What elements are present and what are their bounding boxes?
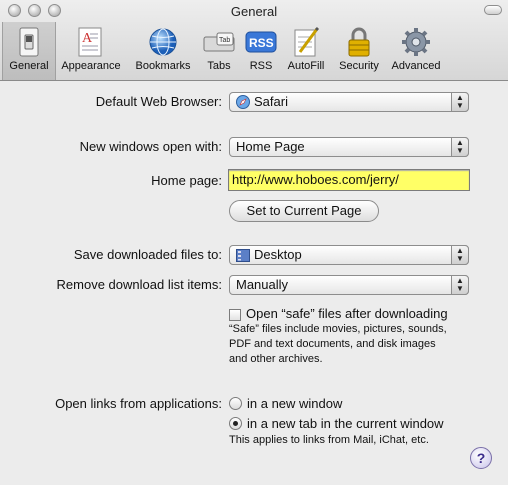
save-downloads-popup[interactable]: Desktop ▲ ▼: [229, 245, 469, 265]
tab-general-label: General: [9, 60, 49, 72]
tab-appearance[interactable]: A Appearance: [56, 26, 126, 78]
tab-advanced-label: Advanced: [391, 60, 441, 72]
new-windows-label: New windows open with:: [79, 139, 222, 154]
safe-note-line: and other archives.: [229, 353, 323, 365]
open-safe-label: Open “safe” files after downloading: [246, 306, 448, 321]
popup-arrows-icon: ▲ ▼: [451, 275, 469, 295]
tab-autofill-label: AutoFill: [287, 60, 325, 72]
radio-new-window[interactable]: [229, 397, 242, 410]
tab-rss-label: RSS: [249, 60, 273, 72]
tabs-icon-text: Tab: [219, 37, 230, 44]
remove-downloads-label: Remove download list items:: [56, 277, 222, 292]
switch-icon: [13, 26, 45, 58]
home-page-field[interactable]: http://www.hoboes.com/jerry/: [228, 169, 470, 191]
title-toolbar: General General A Appearance Bookmarks T…: [0, 0, 508, 81]
toolbar-toggle-button[interactable]: [484, 5, 502, 15]
default-browser-label: Default Web Browser:: [95, 94, 222, 109]
home-page-label: Home page:: [151, 173, 222, 188]
tab-bookmarks[interactable]: Bookmarks: [128, 26, 198, 78]
tab-general[interactable]: General: [2, 22, 56, 80]
popup-arrows-icon: ▲ ▼: [451, 92, 469, 112]
tab-bookmarks-label: Bookmarks: [135, 60, 191, 72]
radio-selected-dot: [233, 421, 238, 426]
new-windows-popup[interactable]: Home Page ▲ ▼: [229, 137, 469, 157]
autofill-icon: [290, 26, 322, 58]
window-title: General: [230, 4, 278, 19]
radio-new-tab-label: in a new tab in the current window: [247, 416, 444, 431]
rss-icon-text: RSS: [249, 36, 274, 50]
popup-arrows-icon: ▲ ▼: [451, 137, 469, 157]
default-browser-popup[interactable]: Safari ▲ ▼: [229, 92, 469, 112]
tab-tabs[interactable]: Tab Tabs: [198, 26, 240, 78]
safari-icon: [236, 95, 250, 109]
save-downloads-value: Desktop: [254, 247, 302, 262]
radio-new-window-label: in a new window: [247, 396, 343, 411]
open-safe-checkbox[interactable]: [229, 309, 241, 321]
save-downloads-label: Save downloaded files to:: [73, 247, 222, 262]
lock-icon: [343, 26, 375, 58]
remove-downloads-value: Manually: [236, 277, 289, 292]
links-note: This applies to links from Mail, iChat, …: [229, 434, 429, 446]
open-links-label: Open links from applications:: [55, 396, 222, 411]
tab-security-label: Security: [339, 60, 379, 72]
globe-icon: [147, 26, 179, 58]
new-windows-value: Home Page: [236, 139, 305, 154]
tab-tabs-label: Tabs: [207, 60, 231, 72]
safe-files-note: “Safe” files include movies, pictures, s…: [229, 322, 447, 367]
desktop-folder-icon: [236, 249, 250, 262]
appearance-icon: A: [75, 26, 107, 58]
default-browser-value: Safari: [254, 94, 288, 109]
tab-security[interactable]: Security: [332, 26, 386, 78]
tab-rss[interactable]: RSS RSS: [242, 26, 280, 78]
tab-appearance-label: Appearance: [61, 60, 121, 72]
popup-arrows-icon: ▲ ▼: [451, 245, 469, 265]
tab-advanced[interactable]: Advanced: [386, 26, 446, 78]
radio-new-tab[interactable]: [229, 417, 242, 430]
preferences-window: General General A Appearance Bookmarks T…: [0, 0, 508, 485]
rss-icon: RSS: [245, 26, 277, 58]
safe-note-line: “Safe” files include movies, pictures, s…: [229, 323, 447, 335]
remove-downloads-popup[interactable]: Manually ▲ ▼: [229, 275, 469, 295]
tab-autofill[interactable]: AutoFill: [282, 26, 330, 78]
help-button[interactable]: ?: [470, 447, 492, 469]
set-current-page-button[interactable]: Set to Current Page: [229, 200, 379, 222]
safe-note-line: PDF and text documents, and disk images: [229, 338, 436, 350]
tabs-icon: Tab: [203, 26, 235, 58]
gear-icon: [400, 26, 432, 58]
